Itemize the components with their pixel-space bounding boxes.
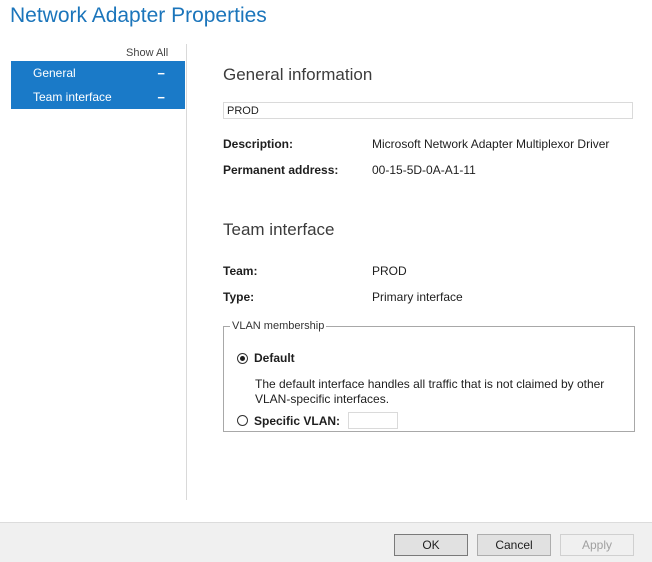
specific-vlan-input[interactable] bbox=[348, 412, 399, 429]
sidebar-divider bbox=[186, 44, 187, 500]
description-value: Microsoft Network Adapter Multiplexor Dr… bbox=[372, 137, 610, 151]
sidebar-item-general[interactable]: General − bbox=[11, 61, 185, 85]
dialog-footer: OK Cancel Apply bbox=[0, 522, 652, 562]
default-radio-label: Default bbox=[254, 351, 295, 365]
adapter-name-input[interactable] bbox=[223, 102, 633, 119]
window-title: Network Adapter Properties bbox=[10, 4, 267, 27]
team-label: Team: bbox=[223, 264, 258, 278]
description-label: Description: bbox=[223, 137, 294, 151]
apply-button[interactable]: Apply bbox=[560, 534, 634, 556]
vlan-membership-legend: VLAN membership bbox=[232, 320, 325, 332]
specific-vlan-radio[interactable] bbox=[237, 415, 248, 426]
default-vlan-option[interactable]: Default bbox=[237, 351, 295, 365]
cancel-button[interactable]: Cancel bbox=[477, 534, 551, 556]
permanent-address-value: 00-15-5D-0A-A1-11 bbox=[372, 163, 476, 177]
type-label: Type: bbox=[223, 290, 255, 304]
show-all-link[interactable]: Show All bbox=[126, 47, 168, 59]
vlan-membership-group: VLAN membership Default The default inte… bbox=[223, 320, 635, 432]
team-value: PROD bbox=[372, 264, 407, 278]
sidebar-item-team-interface[interactable]: Team interface − bbox=[11, 85, 185, 109]
team-interface-heading: Team interface bbox=[223, 220, 335, 239]
collapse-icon[interactable]: − bbox=[157, 91, 165, 104]
default-radio[interactable] bbox=[237, 352, 248, 364]
sidebar-nav: General − Team interface − bbox=[11, 61, 185, 109]
sidebar-item-label: General bbox=[33, 66, 76, 80]
sidebar-item-label: Team interface bbox=[33, 90, 112, 104]
permanent-address-label: Permanent address: bbox=[223, 163, 339, 177]
ok-button[interactable]: OK bbox=[394, 534, 468, 556]
collapse-icon[interactable]: − bbox=[157, 67, 165, 80]
network-adapter-properties-window: Network Adapter Properties Show All Gene… bbox=[0, 0, 652, 562]
specific-vlan-option[interactable]: Specific VLAN: bbox=[237, 412, 399, 429]
default-vlan-description: The default interface handles all traffi… bbox=[255, 377, 605, 406]
specific-vlan-label: Specific VLAN: bbox=[254, 413, 341, 428]
general-information-heading: General information bbox=[223, 65, 373, 84]
type-value: Primary interface bbox=[372, 290, 463, 304]
